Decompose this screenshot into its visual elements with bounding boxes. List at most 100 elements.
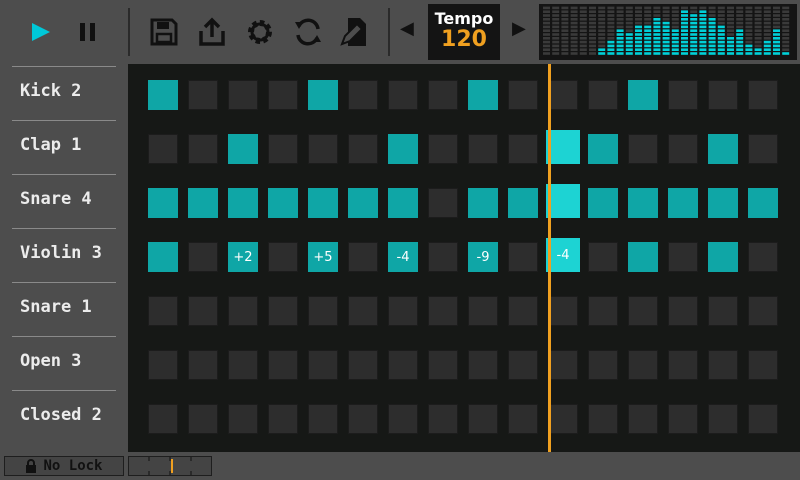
step-cell[interactable] [588,134,618,164]
step-cell[interactable] [548,404,578,434]
step-cell[interactable]: +2 [228,242,258,272]
step-cell[interactable] [708,296,738,326]
step-cell[interactable] [148,242,178,272]
step-cell[interactable] [268,242,298,272]
step-cell[interactable] [308,188,338,218]
step-cell[interactable] [308,80,338,110]
tempo-display[interactable]: Tempo 120 [428,4,500,60]
step-cell[interactable] [748,80,778,110]
lock-toggle-button[interactable]: No Lock [4,456,124,476]
step-cell[interactable] [468,80,498,110]
step-cell[interactable] [428,242,458,272]
step-cell[interactable] [308,404,338,434]
step-cell[interactable] [628,188,658,218]
step-cell[interactable] [508,296,538,326]
pause-button[interactable] [68,10,108,54]
step-cell[interactable] [468,188,498,218]
play-button[interactable] [20,10,60,54]
step-cell[interactable] [428,296,458,326]
step-cell[interactable] [668,80,698,110]
step-cell[interactable] [188,296,218,326]
step-cell[interactable] [668,134,698,164]
step-cell[interactable] [748,296,778,326]
step-cell[interactable] [588,296,618,326]
step-cell[interactable] [268,188,298,218]
step-cell[interactable] [548,350,578,380]
step-cell[interactable] [468,296,498,326]
step-cell[interactable] [348,350,378,380]
step-cell[interactable] [508,134,538,164]
step-cell[interactable] [428,404,458,434]
step-cell[interactable] [628,404,658,434]
step-cell[interactable] [268,404,298,434]
step-cell[interactable] [428,350,458,380]
step-cell[interactable] [388,80,418,110]
tempo-decrease-button[interactable]: ◀ [400,18,414,39]
step-cell[interactable] [188,350,218,380]
step-cell[interactable] [548,80,578,110]
step-cell[interactable] [348,188,378,218]
step-cell[interactable] [188,80,218,110]
step-cell[interactable] [148,134,178,164]
step-cell[interactable] [508,350,538,380]
step-cell[interactable] [546,130,580,164]
step-cell[interactable] [708,350,738,380]
step-cell[interactable] [548,296,578,326]
step-cell[interactable] [228,296,258,326]
step-cell[interactable] [388,404,418,434]
track-label[interactable]: Clap 1 [20,118,120,172]
step-cell[interactable] [268,296,298,326]
step-cell[interactable]: +5 [308,242,338,272]
step-cell[interactable] [708,80,738,110]
step-cell[interactable] [268,134,298,164]
step-cell[interactable] [148,350,178,380]
step-cell[interactable] [588,350,618,380]
step-cell[interactable] [308,350,338,380]
step-cell[interactable] [188,134,218,164]
step-cell[interactable] [148,80,178,110]
step-cell[interactable]: -9 [468,242,498,272]
step-cell[interactable] [468,404,498,434]
step-cell[interactable] [468,134,498,164]
step-cell[interactable] [588,404,618,434]
step-cell[interactable] [588,242,618,272]
step-cell[interactable] [748,134,778,164]
step-cell[interactable] [588,80,618,110]
step-cell[interactable] [748,242,778,272]
step-cell[interactable] [708,134,738,164]
sync-button[interactable] [288,10,328,54]
step-cell[interactable] [628,242,658,272]
step-cell[interactable] [308,134,338,164]
step-cell[interactable] [546,184,580,218]
step-cell[interactable] [708,188,738,218]
step-cell[interactable] [308,296,338,326]
step-cell[interactable] [748,404,778,434]
mini-timeline[interactable] [128,456,212,476]
edit-file-button[interactable] [336,10,376,54]
track-label[interactable]: Kick 2 [20,64,120,118]
step-cell[interactable] [268,80,298,110]
step-cell[interactable] [228,134,258,164]
track-label[interactable]: Violin 3 [20,226,120,280]
save-button[interactable] [144,10,184,54]
step-cell[interactable] [508,404,538,434]
step-cell[interactable] [388,134,418,164]
export-button[interactable] [192,10,232,54]
track-label[interactable]: Open 3 [20,334,120,388]
step-cell[interactable] [428,134,458,164]
track-label[interactable]: Snare 4 [20,172,120,226]
step-cell[interactable] [508,188,538,218]
step-cell[interactable] [228,188,258,218]
step-cell[interactable] [748,188,778,218]
step-cell[interactable]: -4 [546,238,580,272]
step-cell[interactable] [668,296,698,326]
step-cell[interactable] [628,296,658,326]
step-cell[interactable] [388,350,418,380]
step-cell[interactable] [748,350,778,380]
step-cell[interactable] [188,404,218,434]
track-label[interactable]: Closed 2 [20,388,120,442]
step-cell[interactable] [228,350,258,380]
step-cell[interactable] [348,134,378,164]
step-cell[interactable] [188,188,218,218]
step-cell[interactable] [668,350,698,380]
